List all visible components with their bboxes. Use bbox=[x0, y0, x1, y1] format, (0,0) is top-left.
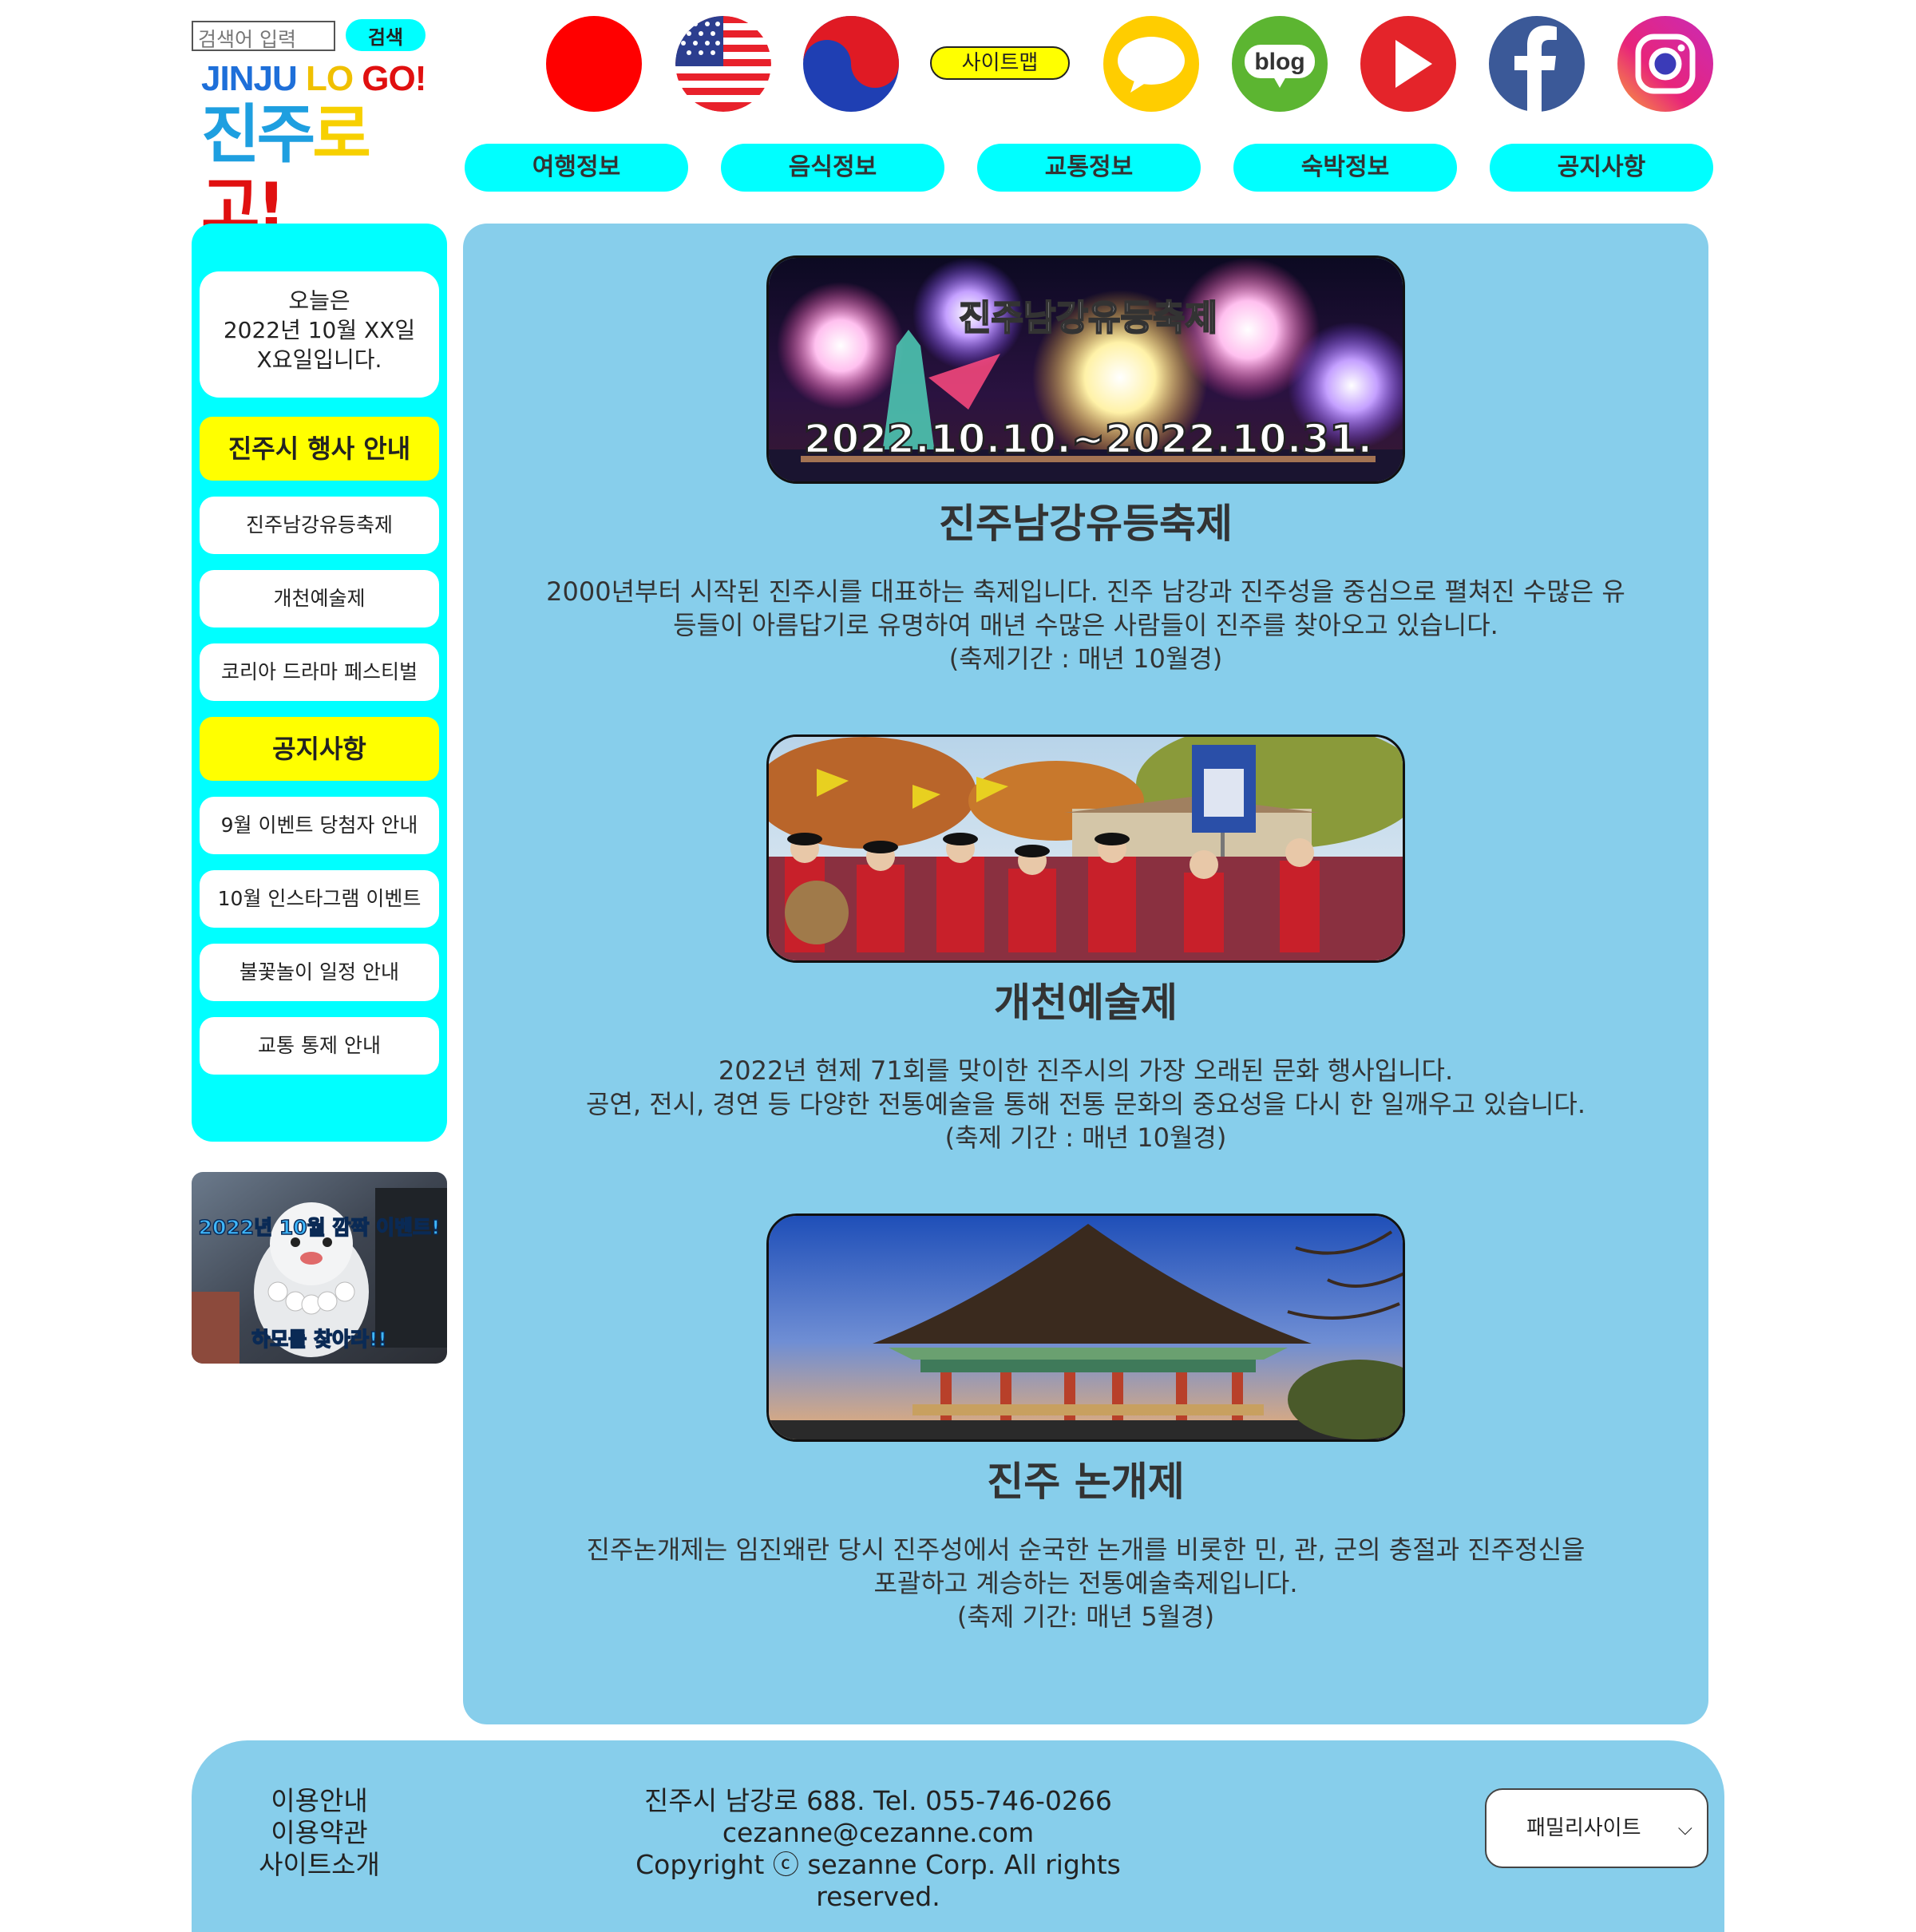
facebook-icon[interactable] bbox=[1489, 16, 1585, 112]
footer-links: 이용안내 이용약관 사이트소개 bbox=[192, 1785, 447, 1881]
korea-flag-icon[interactable] bbox=[803, 16, 899, 112]
footer-link-terms[interactable]: 이용약관 bbox=[192, 1817, 447, 1849]
youtube-icon[interactable] bbox=[1360, 16, 1456, 112]
footer-email: cezanne@cezanne.com bbox=[722, 1817, 1035, 1848]
banner-line-2: 하모를 찾아라!! bbox=[251, 1328, 387, 1351]
logo-korean: 진주로고! bbox=[201, 97, 371, 243]
nongae-festival-description: 진주논개제는 임진왜란 당시 진주성에서 순국한 논개를 비롯한 민, 관, 군… bbox=[495, 1533, 1676, 1633]
lantern-image-title: 진주남강유등축제 bbox=[959, 298, 1217, 338]
date-line-3: X요일입니다. bbox=[256, 346, 382, 373]
footer-info: 진주시 남강로 688. Tel. 055-746-0266 cezanne@c… bbox=[607, 1785, 1150, 1913]
sidebar-item-lantern-festival[interactable]: 진주남강유등축제 bbox=[200, 497, 439, 554]
date-line-2: 2022년 10월 XX일 bbox=[223, 317, 416, 343]
nav-lodging-info[interactable]: 숙박정보 bbox=[1233, 144, 1457, 192]
footer-link-about[interactable]: 사이트소개 bbox=[192, 1849, 447, 1881]
footer-link-guide[interactable]: 이용안내 bbox=[192, 1785, 447, 1817]
search-input[interactable]: 검색어 입력 bbox=[192, 21, 335, 51]
nongae-festival-title: 진주 논개제 bbox=[987, 1459, 1185, 1505]
nav-notice[interactable]: 공지사항 bbox=[1490, 144, 1713, 192]
nav-food-info[interactable]: 음식정보 bbox=[721, 144, 944, 192]
event-banner[interactable]: 2022년 10월 깜짝 이벤트! 하모를 찾아라!! bbox=[192, 1172, 447, 1364]
footer-copyright: Copyright ⓒ sezanne Corp. All rights res… bbox=[635, 1849, 1121, 1912]
sidebar-item-september-winners[interactable]: 9월 이벤트 당첨자 안내 bbox=[200, 797, 439, 854]
footer-address: 진주시 남강로 688. Tel. 055-746-0266 bbox=[644, 1785, 1112, 1816]
events-heading[interactable]: 진주시 행사 안내 bbox=[200, 417, 439, 481]
gaecheon-festival-image[interactable] bbox=[766, 734, 1405, 963]
nav-travel-info[interactable]: 여행정보 bbox=[465, 144, 688, 192]
gaecheon-festival-description: 2022년 현제 71회를 맞이한 진주시의 가장 오래된 문화 행사입니다. … bbox=[495, 1054, 1676, 1154]
notice-heading[interactable]: 공지사항 bbox=[200, 717, 439, 781]
main-content: 진주남강유등축제 2022.10.10.~2022.10.31. 진주남강유등축… bbox=[463, 224, 1708, 1724]
site-logo[interactable]: JINJU LO GO! 진주로고! bbox=[201, 59, 441, 247]
chevron-down-icon: ⌵ bbox=[1677, 1817, 1692, 1839]
blog-icon-label: blog bbox=[1254, 49, 1304, 75]
lantern-image-dates: 2022.10.10.~2022.10.31. bbox=[804, 416, 1373, 462]
lantern-desc-line-2: 등들이 아름답기로 유명하여 매년 수많은 사람들이 진주를 찾아오고 있습니다… bbox=[673, 610, 1498, 640]
date-card: 오늘은 2022년 10월 XX일 X요일입니다. bbox=[200, 271, 439, 398]
gaecheon-festival-title: 개천예술제 bbox=[994, 980, 1178, 1026]
date-line-1: 오늘은 bbox=[288, 287, 350, 314]
sitemap-button[interactable]: 사이트맵 bbox=[930, 46, 1070, 80]
sidebar-item-october-instagram[interactable]: 10월 인스타그램 이벤트 bbox=[200, 870, 439, 928]
search-placeholder: 검색어 입력 bbox=[198, 28, 296, 51]
banner-line-1: 2022년 10월 깜짝 이벤트! bbox=[199, 1216, 441, 1239]
nongae-desc-period: (축제 기간: 매년 5월경) bbox=[956, 1601, 1215, 1632]
sidebar-item-traffic-control[interactable]: 교통 통제 안내 bbox=[200, 1017, 439, 1075]
footer: 이용안내 이용약관 사이트소개 진주시 남강로 688. Tel. 055-74… bbox=[192, 1740, 1724, 1932]
kakaotalk-icon[interactable] bbox=[1103, 16, 1199, 112]
blog-icon[interactable]: blog bbox=[1232, 16, 1328, 112]
nongae-festival-image[interactable] bbox=[766, 1213, 1405, 1442]
sidebar-item-gaecheon-art-festival[interactable]: 개천예술제 bbox=[200, 570, 439, 628]
search-button[interactable]: 검색 bbox=[346, 19, 426, 51]
gaecheon-desc-line-2: 공연, 전시, 경연 등 다양한 전통예술을 통해 전통 문화의 중요성을 다시… bbox=[585, 1089, 1586, 1119]
sidebar-item-fireworks-schedule[interactable]: 불꽃놀이 일정 안내 bbox=[200, 944, 439, 1001]
lantern-desc-line-1: 2000년부터 시작된 진주시를 대표하는 축제입니다. 진주 남강과 진주성을… bbox=[546, 576, 1625, 607]
japan-flag-icon[interactable] bbox=[546, 16, 642, 112]
instagram-icon[interactable] bbox=[1617, 16, 1713, 112]
logo-english: JINJU LO GO! bbox=[201, 59, 426, 98]
lantern-festival-image[interactable]: 진주남강유등축제 2022.10.10.~2022.10.31. bbox=[766, 255, 1405, 484]
sidebar: 오늘은 2022년 10월 XX일 X요일입니다. 진주시 행사 안내 진주남강… bbox=[192, 224, 447, 1142]
usa-flag-icon[interactable] bbox=[675, 16, 771, 112]
nav-transport-info[interactable]: 교통정보 bbox=[977, 144, 1201, 192]
gaecheon-desc-period: (축제 기간 : 매년 10월경) bbox=[944, 1122, 1227, 1153]
lantern-festival-description: 2000년부터 시작된 진주시를 대표하는 축제입니다. 진주 남강과 진주성을… bbox=[495, 575, 1676, 675]
lantern-festival-title: 진주남강유등축제 bbox=[939, 501, 1233, 547]
nongae-desc-line-2: 포괄하고 계승하는 전통예술축제입니다. bbox=[873, 1568, 1298, 1598]
family-site-select[interactable]: 패밀리사이트 ⌵ bbox=[1485, 1788, 1708, 1868]
nongae-desc-line-1: 진주논개제는 임진왜란 당시 진주성에서 순국한 논개를 비롯한 민, 관, 군… bbox=[586, 1534, 1585, 1565]
family-site-label: 패밀리사이트 bbox=[1526, 1816, 1641, 1840]
sidebar-item-korea-drama-festival[interactable]: 코리아 드라마 페스티벌 bbox=[200, 643, 439, 701]
gaecheon-desc-line-1: 2022년 현제 71회를 맞이한 진주시의 가장 오래된 문화 행사입니다. bbox=[718, 1055, 1454, 1086]
lantern-desc-period: (축제기간 : 매년 10월경) bbox=[948, 643, 1223, 674]
